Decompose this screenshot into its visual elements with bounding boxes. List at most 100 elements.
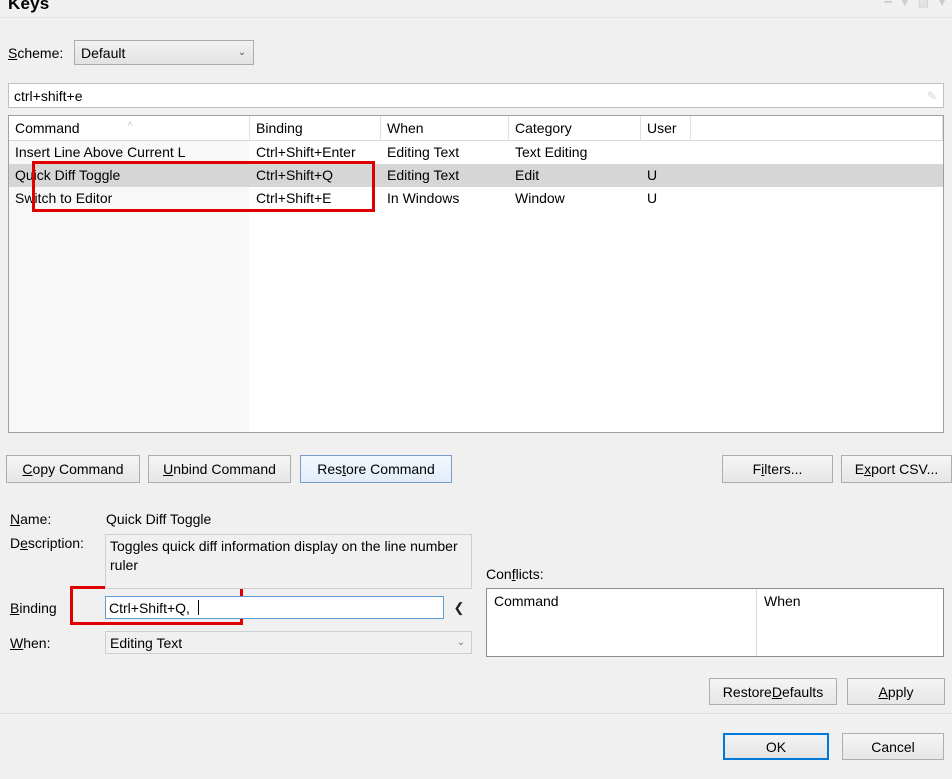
when-selected-value: Editing Text: [110, 634, 183, 651]
footer-divider: [0, 713, 952, 714]
when-select[interactable]: Editing Text ⌄: [105, 631, 472, 654]
column-header-binding[interactable]: Binding: [250, 116, 381, 141]
column-header-command-label: Command: [15, 120, 80, 136]
cancel-button[interactable]: Cancel: [842, 733, 944, 760]
name-value: Quick Diff Toggle: [106, 511, 212, 527]
binding-label: Binding: [10, 600, 57, 616]
table-row-selected[interactable]: Quick Diff Toggle Ctrl+Shift+Q Editing T…: [9, 164, 943, 187]
copy-command-mnemonic: C: [22, 461, 33, 477]
restore-defaults-pre: Restore: [722, 683, 772, 700]
column-header-category[interactable]: Category: [509, 116, 641, 141]
scheme-label-mnemonic: S: [8, 45, 18, 61]
restore-defaults-button[interactable]: Restore Defaults: [709, 678, 837, 705]
chevron-left-icon[interactable]: ❮: [450, 597, 468, 618]
minimize-icon[interactable]: ━: [885, 0, 892, 8]
description-label-rest: scription:: [27, 535, 84, 551]
binding-input-value: Ctrl+Shift+Q,: [109, 599, 190, 616]
restore-command-button[interactable]: Res t ore Command: [300, 455, 452, 483]
unbind-command-button[interactable]: Unbind Command: [148, 455, 291, 483]
table-row[interactable]: Insert Line Above Current L Ctrl+Shift+E…: [9, 141, 943, 164]
table-header-row: Command ˄ Binding When Category User: [9, 116, 943, 141]
description-label: Description:: [10, 535, 84, 551]
column-header-blank[interactable]: [691, 116, 943, 141]
binding-input[interactable]: Ctrl+Shift+Q,: [105, 596, 444, 619]
conflicts-label: Conflicts:: [486, 566, 544, 582]
description-label-pre: D: [10, 535, 21, 551]
copy-command-button[interactable]: Copy Command: [6, 455, 140, 483]
search-input-value: ctrl+shift+e: [14, 87, 83, 104]
cell-binding: Ctrl+Shift+Enter: [256, 144, 356, 160]
cell-user: [641, 141, 691, 164]
export-mnemonic: x: [864, 461, 872, 477]
cell-category: Edit: [515, 167, 540, 183]
conflicts-column-header-when[interactable]: When: [757, 589, 943, 656]
header-divider: [0, 17, 952, 18]
scheme-label: Scheme:: [8, 45, 63, 61]
cell-when: In Windows: [387, 190, 460, 206]
filters-button[interactable]: Fi lters...: [722, 455, 833, 483]
conflicts-label-pre: Con: [486, 566, 512, 582]
keys-preferences-dialog: Keys ━ ▼ ▧ ▼ Scheme: Default ⌄ ctrl+shif…: [0, 0, 952, 779]
when-label-mnemonic: W: [10, 635, 24, 651]
name-label-rest: ame:: [20, 511, 52, 527]
keybindings-table[interactable]: Command ˄ Binding When Category User Ins…: [8, 115, 944, 433]
scheme-label-rest: cheme:: [17, 45, 64, 61]
name-label-mnemonic: N: [10, 511, 21, 527]
filters-label: lters...: [764, 461, 803, 477]
scheme-selected-value: Default: [81, 44, 126, 61]
apply-button[interactable]: Apply: [847, 678, 945, 705]
cell-command: Quick Diff Toggle: [15, 167, 121, 183]
cell-when: Editing Text: [387, 144, 460, 160]
export-csv-button[interactable]: Ex port CSV...: [841, 455, 952, 483]
export-pre: E: [854, 461, 865, 477]
eraser-icon[interactable]: ✎: [921, 89, 943, 103]
text-cursor: [197, 600, 199, 615]
chevron-down-icon-2[interactable]: ▼: [936, 0, 948, 8]
when-label-rest: hen:: [23, 635, 51, 651]
cell-user: U: [647, 190, 658, 206]
filters-pre: F: [752, 461, 762, 477]
binding-label-mnemonic: B: [10, 600, 20, 616]
ok-button[interactable]: OK: [723, 733, 829, 760]
chevron-down-icon[interactable]: ▼: [899, 0, 911, 8]
restore-command-pre: Res: [317, 461, 343, 477]
binding-label-rest: inding: [19, 600, 57, 616]
copy-command-label: opy Command: [32, 461, 124, 477]
conflicts-table[interactable]: Command When: [486, 588, 944, 657]
page-title: Keys: [8, 0, 50, 13]
restore-icon[interactable]: ▧: [918, 0, 929, 8]
cell-user: U: [647, 167, 658, 183]
restore-command-label: ore Command: [346, 461, 435, 477]
name-label: Name:: [10, 511, 51, 527]
description-textarea: Toggles quick diff information display o…: [105, 534, 472, 589]
apply-label: pply: [887, 683, 914, 700]
when-label: When:: [10, 635, 50, 651]
search-input[interactable]: ctrl+shift+e ✎: [8, 83, 944, 108]
scheme-select[interactable]: Default ⌄: [74, 40, 254, 65]
chevron-down-icon: ⌄: [237, 47, 247, 58]
unbind-command-mnemonic: U: [163, 461, 174, 477]
cell-category: Window: [515, 190, 565, 206]
cell-when: Editing Text: [387, 167, 460, 183]
apply-mnemonic: A: [878, 683, 888, 700]
description-label-mnemonic: e: [20, 535, 28, 551]
cell-binding: Ctrl+Shift+E: [256, 190, 332, 206]
export-label: port CSV...: [871, 461, 939, 477]
titlebar-icon-group: ━ ▼ ▧ ▼: [885, 0, 948, 8]
sort-ascending-icon: ˄: [127, 119, 133, 130]
cell-binding: Ctrl+Shift+Q: [256, 167, 334, 183]
conflicts-label-rest: licts:: [515, 566, 544, 582]
cell-category: Text Editing: [515, 144, 588, 160]
column-header-command[interactable]: Command ˄: [9, 116, 250, 141]
conflicts-column-header-command[interactable]: Command: [487, 589, 757, 656]
chevron-down-icon: ⌄: [456, 637, 466, 648]
restore-defaults-mnemonic: D: [771, 683, 782, 700]
restore-defaults-label: efaults: [781, 683, 824, 700]
column-header-when[interactable]: When: [381, 116, 509, 141]
column-header-user[interactable]: User: [641, 116, 691, 141]
cell-command: Switch to Editor: [15, 190, 113, 206]
unbind-command-label: nbind Command: [173, 461, 276, 477]
cell-command: Insert Line Above Current L: [15, 144, 186, 160]
conflicts-header-row: Command When: [487, 589, 943, 656]
table-row[interactable]: Switch to Editor Ctrl+Shift+E In Windows…: [9, 187, 943, 210]
